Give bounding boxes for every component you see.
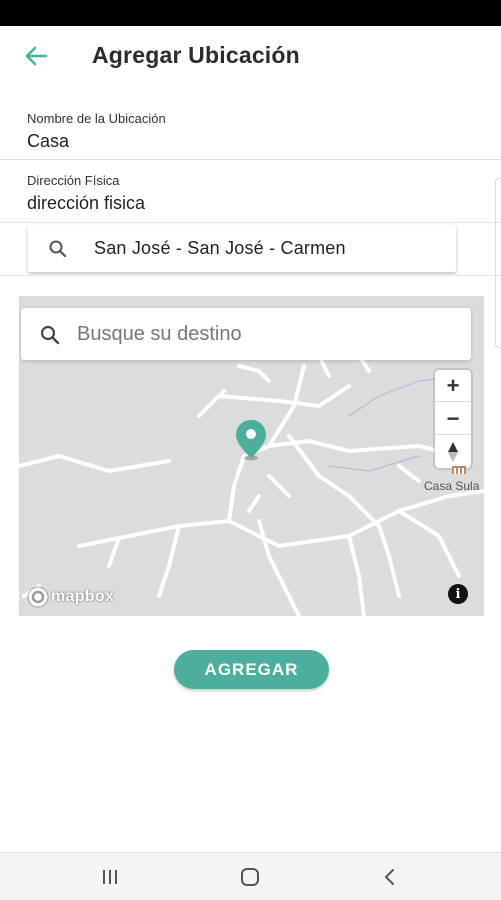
app-bar: Agregar Ubicación: [0, 26, 501, 86]
back-button[interactable]: [20, 40, 52, 72]
poi-label: Casa Sula: [424, 479, 480, 493]
mapbox-icon: [27, 586, 49, 608]
map-search-bar[interactable]: [21, 308, 471, 360]
location-selector[interactable]: San José - San José - Carmen: [28, 226, 456, 272]
search-icon: [40, 325, 60, 345]
page-title: Agregar Ubicación: [92, 42, 300, 68]
compass-icon: [448, 442, 458, 462]
mapbox-wordmark: mapbox: [51, 588, 115, 605]
status-bar: [0, 0, 501, 26]
recent-apps-icon: [103, 870, 117, 884]
map-search-input[interactable]: [77, 318, 457, 350]
location-pin-icon[interactable]: [233, 418, 269, 462]
poi-icon: [452, 466, 466, 474]
location-name-label: Nombre de la Ubicación: [27, 111, 166, 126]
zoom-controls: + −: [435, 370, 471, 468]
address-field[interactable]: Dirección Física dirección fisica: [0, 161, 501, 223]
chevron-left-icon: [385, 869, 394, 885]
mapbox-logo: mapbox: [27, 585, 114, 609]
divider: [0, 275, 501, 276]
zoom-out-button[interactable]: −: [435, 403, 471, 435]
location-name-field[interactable]: Nombre de la Ubicación Casa: [0, 100, 501, 160]
location-selector-text: San José - San José - Carmen: [94, 238, 346, 258]
home-button[interactable]: [236, 865, 264, 889]
system-nav-bar: [0, 852, 501, 900]
address-value[interactable]: dirección fisica: [27, 193, 145, 214]
address-label: Dirección Física: [27, 173, 120, 188]
info-button[interactable]: i: [448, 584, 468, 604]
scroll-indicator: [495, 178, 501, 348]
search-icon: [49, 240, 67, 258]
zoom-in-button[interactable]: +: [435, 370, 471, 402]
arrow-left-icon: [25, 46, 48, 66]
map-view[interactable]: + − Casa Sula mapbox i: [19, 296, 484, 616]
location-name-value[interactable]: Casa: [27, 131, 69, 152]
back-nav-button[interactable]: [376, 865, 404, 889]
home-icon: [241, 868, 259, 886]
recent-apps-button[interactable]: [96, 865, 124, 889]
add-button[interactable]: AGREGAR: [174, 650, 329, 689]
